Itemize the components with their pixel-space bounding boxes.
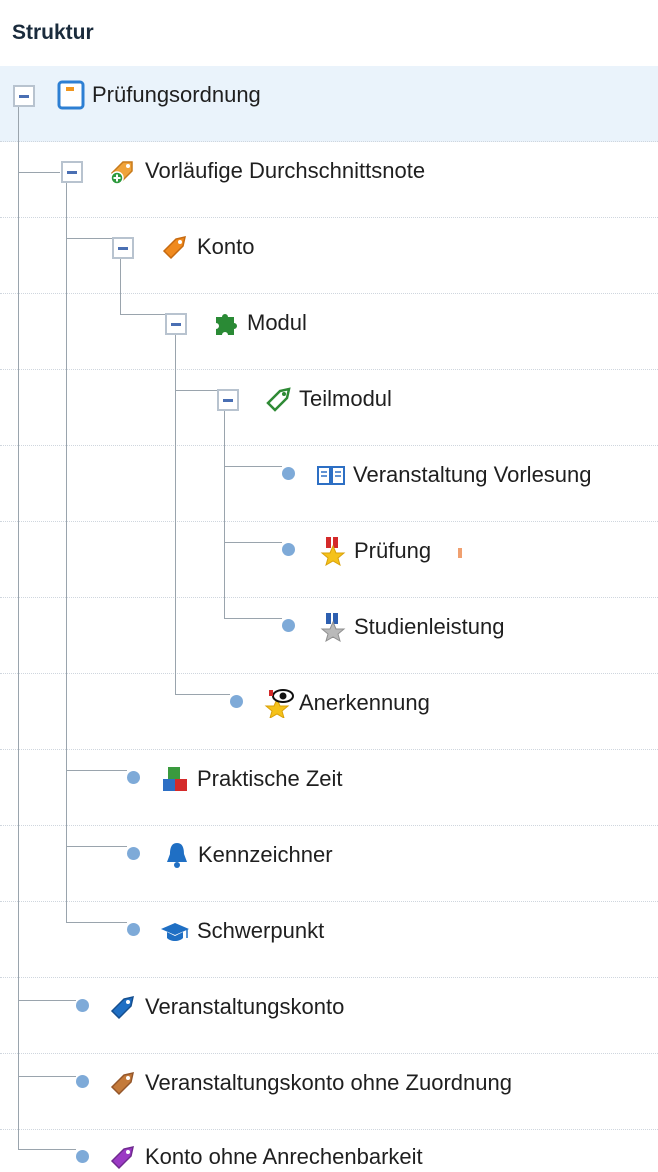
tree-connector bbox=[18, 1000, 76, 1001]
tree-connector bbox=[224, 542, 282, 543]
tree-connector bbox=[120, 259, 121, 314]
puzzle-icon bbox=[216, 314, 237, 335]
tree-connector bbox=[66, 238, 112, 239]
status-mark bbox=[458, 548, 462, 558]
tag-brown-icon bbox=[110, 1072, 134, 1096]
collapse-toggle[interactable] bbox=[61, 161, 83, 183]
tree-item-label: Studienleistung bbox=[354, 614, 505, 639]
leaf-bullet bbox=[127, 923, 140, 936]
tree-row-veranstaltungskonto[interactable]: Veranstaltungskonto bbox=[0, 978, 658, 1054]
tree-row-praktische-zeit[interactable]: Praktische Zeit bbox=[0, 750, 658, 826]
tree-row-veranstaltung-vorlesung[interactable]: Veranstaltung Vorlesung bbox=[0, 446, 658, 522]
tree-connector bbox=[18, 107, 19, 1149]
tree-item-label: Veranstaltungskonto bbox=[145, 994, 345, 1019]
tree-row-schwerpunkt[interactable]: Schwerpunkt bbox=[0, 902, 658, 978]
tree-item-label: Prüfungsordnung bbox=[92, 82, 261, 107]
leaf-bullet bbox=[76, 1150, 89, 1163]
tree-item-label: Veranstaltungskonto ohne Zuordnung bbox=[145, 1070, 512, 1095]
collapse-toggle[interactable] bbox=[112, 237, 134, 259]
tree-item-label: Kennzeichner bbox=[198, 842, 333, 867]
collapse-toggle[interactable] bbox=[165, 313, 187, 335]
tree-item-label: Veranstaltung Vorlesung bbox=[353, 462, 592, 487]
tree-row-konto[interactable]: Konto bbox=[0, 218, 658, 294]
tree-connector bbox=[224, 466, 282, 467]
leaf-bullet bbox=[127, 847, 140, 860]
tree-row-pruefung[interactable]: Prüfung bbox=[0, 522, 658, 598]
tree-row-pruefungsordnung[interactable]: Prüfungsordnung bbox=[0, 66, 658, 142]
panel-title: Struktur bbox=[12, 21, 94, 44]
medal-star-icon bbox=[320, 537, 346, 566]
tree-row-vorlaeufige-durchschnittsnote[interactable]: Vorläufige Durchschnittsnote bbox=[0, 142, 658, 218]
tree-row-modul[interactable]: Modul bbox=[0, 294, 658, 370]
tree-connector bbox=[18, 1076, 76, 1077]
tree-item-label: Schwerpunkt bbox=[197, 918, 325, 943]
tree-connector bbox=[175, 694, 230, 695]
tag-purple-icon bbox=[110, 1146, 134, 1170]
tree-row-konto-ohne-anrechenbarkeit[interactable]: Konto ohne Anrechenbarkeit bbox=[0, 1130, 658, 1170]
leaf-bullet bbox=[282, 543, 295, 556]
tree-item-label: Konto ohne Anrechenbarkeit bbox=[145, 1144, 423, 1169]
tree-item-label: Praktische Zeit bbox=[197, 766, 343, 791]
tree-connector bbox=[120, 314, 165, 315]
tag-icon bbox=[162, 236, 186, 260]
tree-connector bbox=[66, 183, 67, 922]
tree-connector bbox=[175, 390, 217, 391]
eye-star-icon bbox=[264, 689, 294, 718]
leaf-bullet bbox=[282, 467, 295, 480]
leaf-bullet bbox=[76, 1075, 89, 1088]
collapse-toggle[interactable] bbox=[217, 389, 239, 411]
tree-item-label: Konto bbox=[197, 234, 255, 259]
tree-connector bbox=[66, 846, 127, 847]
tree-connector bbox=[66, 922, 127, 923]
leaf-bullet bbox=[230, 695, 243, 708]
tree-row-kennzeichner[interactable]: Kennzeichner bbox=[0, 826, 658, 902]
tree-item-label: Vorläufige Durchschnittsnote bbox=[145, 158, 426, 183]
tag-blue-icon bbox=[110, 996, 134, 1020]
tree-row-studienleistung[interactable]: Studienleistung bbox=[0, 598, 658, 674]
blocks-icon bbox=[163, 767, 187, 791]
medal-grey-icon bbox=[320, 613, 346, 642]
tree-item-label: Anerkennung bbox=[299, 690, 430, 715]
tree-connector bbox=[18, 1149, 76, 1150]
tree-row-anerkennung[interactable]: Anerkennung bbox=[0, 674, 658, 750]
tree-connector bbox=[175, 335, 176, 694]
tree-connector bbox=[18, 172, 60, 173]
leaf-bullet bbox=[127, 771, 140, 784]
panel-header: Struktur bbox=[0, 0, 658, 66]
tree-item-label: Modul bbox=[247, 310, 307, 335]
structure-tree: Prüfungsordnung Vorläufige Durchschnitts… bbox=[0, 66, 658, 1170]
tree-connector bbox=[66, 770, 127, 771]
document-icon bbox=[57, 80, 85, 110]
leaf-bullet bbox=[76, 999, 89, 1012]
tree-item-label: Prüfung bbox=[354, 538, 432, 563]
leaf-bullet bbox=[282, 619, 295, 632]
tag-green-icon bbox=[266, 387, 291, 412]
tree-connector bbox=[224, 411, 225, 618]
tag-plus-icon bbox=[110, 161, 133, 185]
book-icon bbox=[317, 466, 345, 485]
graduation-cap-icon bbox=[161, 923, 189, 941]
tree-row-teilmodul[interactable]: Teilmodul bbox=[0, 370, 658, 446]
bell-icon bbox=[167, 843, 187, 868]
tree-connector bbox=[224, 618, 282, 619]
tree-row-veranstaltungskonto-ohne-zuordnung[interactable]: Veranstaltungskonto ohne Zuordnung bbox=[0, 1054, 658, 1130]
collapse-toggle[interactable] bbox=[13, 85, 35, 107]
tree-item-label: Teilmodul bbox=[299, 386, 392, 411]
